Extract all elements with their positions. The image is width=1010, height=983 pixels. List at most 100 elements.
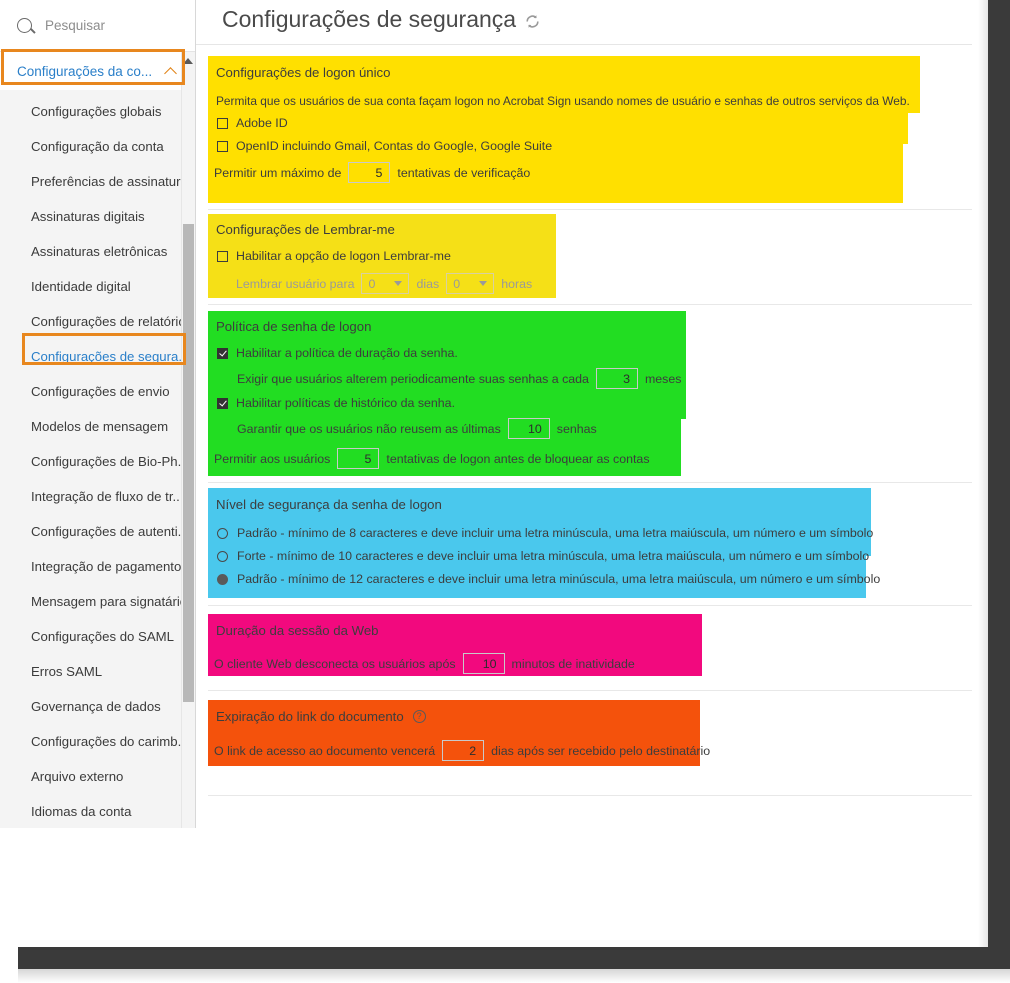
password-reuse-suffix: senhas bbox=[556, 421, 597, 436]
sidebar-item-label: Configurações de relatório bbox=[31, 314, 186, 329]
sidebar-item-idiomas-da-conta[interactable]: Idiomas da conta bbox=[0, 794, 195, 829]
sso-attempts-input[interactable]: 5 bbox=[348, 162, 391, 183]
sidebar-item-preferencias-de-assinatura[interactable]: Preferências de assinatura bbox=[0, 164, 195, 199]
search-box[interactable] bbox=[0, 0, 195, 52]
sidebar-item-configuracoes-de-relatorio[interactable]: Configurações de relatório bbox=[0, 304, 195, 339]
scroll-up-arrow-icon[interactable] bbox=[183, 58, 193, 64]
checkbox-row-password-history[interactable]: Habilitar políticas de histórico da senh… bbox=[208, 389, 728, 410]
sidebar-item-configuracao-da-conta[interactable]: Configuração da conta bbox=[0, 129, 195, 164]
checkbox-row-openid[interactable]: OpenID incluindo Gmail, Contas do Google… bbox=[208, 130, 968, 153]
app-window: Configurações da co... Configurações glo… bbox=[0, 0, 1010, 983]
password-reuse-input[interactable]: 10 bbox=[507, 418, 550, 439]
radio-row-padrao-8[interactable]: Padrão - mínimo de 8 caracteres e deve i… bbox=[208, 512, 908, 540]
sso-attempts-prefix: Permitir um máximo de bbox=[214, 165, 342, 180]
sidebar-item-assinaturas-digitais[interactable]: Assinaturas digitais bbox=[0, 199, 195, 234]
radio-forte-10[interactable] bbox=[217, 550, 228, 562]
remember-hours-value: 0 bbox=[453, 276, 461, 291]
search-input[interactable] bbox=[43, 17, 173, 34]
section-link-expiration: Expiração do link do documento ? O link … bbox=[208, 700, 748, 761]
sidebar-nav-list: Configurações globais Configuração da co… bbox=[0, 90, 195, 829]
section-password-strength-title: Nível de segurança da senha de logon bbox=[216, 497, 442, 512]
help-icon[interactable]: ? bbox=[412, 710, 426, 723]
link-expiration-input[interactable]: 2 bbox=[442, 740, 485, 761]
sidebar-item-label: Assinaturas eletrônicas bbox=[31, 244, 168, 259]
section-sso-description: Permita que os usuários de sua conta faç… bbox=[216, 94, 910, 108]
radio-row-padrao-12[interactable]: Padrão - mínimo de 12 caracteres e deve … bbox=[208, 563, 908, 586]
checkbox-password-history-label: Habilitar políticas de histórico da senh… bbox=[236, 396, 456, 410]
login-attempts-suffix: tentativas de logon antes de bloquear as… bbox=[386, 451, 650, 466]
link-expiration-prefix: O link de acesso ao documento vencerá bbox=[214, 743, 436, 758]
sidebar-scrollbar[interactable] bbox=[181, 52, 195, 828]
web-session-suffix: minutos de inatividade bbox=[511, 656, 635, 671]
section-link-expiration-title: Expiração do link do documento bbox=[216, 709, 404, 724]
radio-row-forte-10[interactable]: Forte - mínimo de 10 caracteres e deve i… bbox=[208, 540, 908, 563]
password-reuse-row: Garantir que os usuários não reusem as ú… bbox=[208, 410, 728, 439]
divider-5 bbox=[208, 690, 972, 691]
divider-1 bbox=[208, 209, 972, 210]
checkbox-openid-label: OpenID incluindo Gmail, Contas do Google… bbox=[236, 139, 553, 153]
checkbox-row-adobe-id[interactable]: Adobe ID bbox=[208, 108, 968, 130]
checkbox-adobe-id-label: Adobe ID bbox=[236, 116, 288, 130]
checkbox-openid[interactable] bbox=[217, 140, 228, 152]
checkbox-row-password-duration[interactable]: Habilitar a política de duração da senha… bbox=[208, 334, 728, 360]
radio-padrao-12-label: Padrão - mínimo de 12 caracteres e deve … bbox=[237, 572, 881, 586]
checkbox-password-duration[interactable] bbox=[217, 347, 228, 359]
sidebar-item-label: Configurações de autenti... bbox=[31, 524, 189, 539]
divider-6 bbox=[208, 795, 972, 796]
page-title: Configurações de segurança bbox=[222, 6, 541, 33]
remember-hours-select[interactable]: 0 bbox=[446, 273, 495, 294]
sidebar-item-integracao-de-pagamento[interactable]: Integração de pagamento bbox=[0, 549, 195, 584]
checkbox-password-history[interactable] bbox=[217, 397, 228, 409]
sidebar: Configurações da co... Configurações glo… bbox=[0, 0, 196, 828]
password-change-input[interactable]: 3 bbox=[595, 368, 638, 389]
divider-2 bbox=[208, 304, 972, 305]
chevron-down-icon bbox=[394, 281, 403, 286]
sidebar-item-configuracoes-de-seguranca[interactable]: Configurações de segura... bbox=[0, 339, 195, 374]
checkbox-adobe-id[interactable] bbox=[217, 117, 228, 129]
checkbox-remember-me[interactable] bbox=[217, 250, 228, 262]
sidebar-item-configuracoes-do-carimbo[interactable]: Configurações do carimb... bbox=[0, 724, 195, 759]
main-content: Configurações de segurança Configurações… bbox=[196, 0, 988, 960]
sidebar-item-modelos-de-mensagem[interactable]: Modelos de mensagem bbox=[0, 409, 195, 444]
sidebar-item-mensagem-para-signatario[interactable]: Mensagem para signatário bbox=[0, 584, 195, 619]
sidebar-item-configuracoes-de-autenticacao[interactable]: Configurações de autenti... bbox=[0, 514, 195, 549]
sidebar-item-label: Configurações do carimb... bbox=[31, 734, 189, 749]
password-reuse-prefix: Garantir que os usuários não reusem as ú… bbox=[237, 421, 501, 436]
remember-hours-label: horas bbox=[501, 276, 533, 291]
sidebar-item-governanca-de-dados[interactable]: Governança de dados bbox=[0, 689, 195, 724]
sidebar-item-arquivo-externo[interactable]: Arquivo externo bbox=[0, 759, 195, 794]
sidebar-item-configuracoes-globais[interactable]: Configurações globais bbox=[0, 94, 195, 129]
section-sso: Configurações de logon único Permita que… bbox=[208, 56, 968, 183]
sidebar-item-label: Idiomas da conta bbox=[31, 804, 132, 819]
divider-3 bbox=[208, 482, 972, 483]
sidebar-item-integracao-de-fluxo-de-trabalho[interactable]: Integração de fluxo de tr... bbox=[0, 479, 195, 514]
page-title-text: Configurações de segurança bbox=[222, 6, 517, 32]
refresh-icon[interactable] bbox=[524, 13, 541, 30]
remember-duration-prefix: Lembrar usuário para bbox=[236, 276, 355, 291]
web-session-input[interactable]: 10 bbox=[462, 653, 505, 674]
login-attempts-input[interactable]: 5 bbox=[337, 448, 380, 469]
title-divider bbox=[196, 44, 972, 45]
sidebar-group-account-settings[interactable]: Configurações da co... bbox=[0, 52, 195, 90]
sidebar-item-label: Configurações do SAML bbox=[31, 629, 174, 644]
password-change-interval-row: Exigir que usuários alterem periodicamen… bbox=[208, 360, 728, 389]
sidebar-item-configuracoes-de-envio[interactable]: Configurações de envio bbox=[0, 374, 195, 409]
sidebar-item-label: Assinaturas digitais bbox=[31, 209, 145, 224]
radio-padrao-12[interactable] bbox=[217, 573, 228, 585]
sidebar-item-label: Erros SAML bbox=[31, 664, 103, 679]
sidebar-item-erros-saml[interactable]: Erros SAML bbox=[0, 654, 195, 689]
sidebar-item-label: Configurações globais bbox=[31, 104, 162, 119]
remember-days-value: 0 bbox=[368, 276, 376, 291]
sidebar-scrollbar-thumb[interactable] bbox=[183, 224, 194, 702]
divider-4 bbox=[208, 605, 972, 606]
sidebar-item-configuracoes-de-bio-pharma[interactable]: Configurações de Bio-Ph... bbox=[0, 444, 195, 479]
sidebar-item-assinaturas-eletronicas[interactable]: Assinaturas eletrônicas bbox=[0, 234, 195, 269]
checkbox-row-remember-me[interactable]: Habilitar a opção de logon Lembrar-me bbox=[208, 237, 608, 263]
remember-days-select[interactable]: 0 bbox=[361, 273, 410, 294]
sidebar-item-identidade-digital[interactable]: Identidade digital bbox=[0, 269, 195, 304]
section-link-expiration-title-row: Expiração do link do documento ? bbox=[208, 700, 748, 724]
section-remember-me: Configurações de Lembrar-me Habilitar a … bbox=[208, 214, 608, 294]
section-web-session: Duração da sessão da Web O cliente Web d… bbox=[208, 614, 748, 674]
sidebar-item-configuracoes-do-saml[interactable]: Configurações do SAML bbox=[0, 619, 195, 654]
radio-padrao-8[interactable] bbox=[217, 527, 228, 539]
